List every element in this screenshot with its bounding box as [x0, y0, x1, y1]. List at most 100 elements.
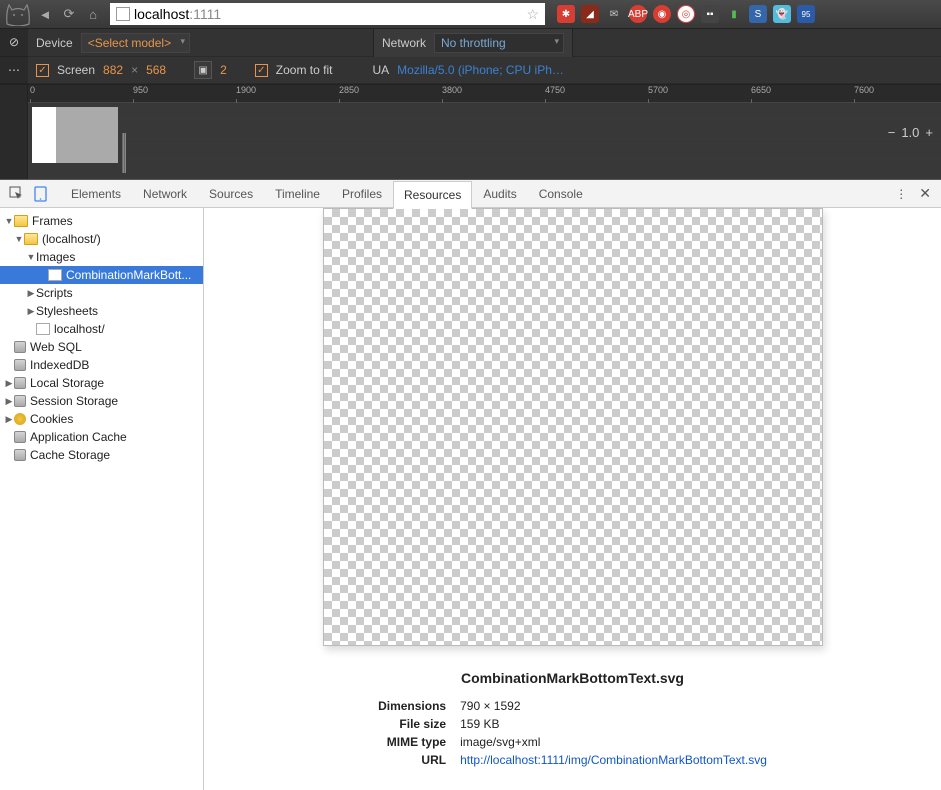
h-ruler: 0 950 1900 2850 3800 4750 5700 6650 7600	[28, 85, 941, 103]
tree-scripts-folder[interactable]: Scripts	[0, 284, 203, 302]
folder-icon	[24, 233, 38, 245]
devtools-close-button[interactable]: ✕	[913, 185, 937, 202]
screen-width[interactable]: 882	[103, 63, 123, 77]
zoom-label: Zoom to fit	[276, 63, 333, 77]
ext-icon[interactable]: ◉	[653, 5, 671, 23]
ext-icon[interactable]: ✱	[557, 5, 575, 23]
bookmark-star-icon[interactable]: ☆	[526, 6, 539, 23]
ruler-tick: 7600	[854, 85, 874, 95]
page-thumbnail[interactable]	[32, 107, 118, 163]
viewport-ruler-area: 0 950 1900 2850 3800 4750 5700 6650 7600…	[0, 85, 941, 180]
database-icon	[14, 359, 26, 371]
meta-label: File size	[372, 716, 452, 732]
device-model-select[interactable]: <Select model>	[81, 33, 190, 53]
screen-height[interactable]: 568	[146, 63, 166, 77]
extension-icons: ✱ ◢ ✉ ABP ◉ ◎ ▪▪ ▮ S 👻 95	[557, 5, 815, 23]
preview-metadata: Dimensions790 × 1592 File size159 KB MIM…	[370, 696, 775, 770]
meta-value: image/svg+xml	[454, 734, 773, 750]
resize-handle[interactable]	[122, 133, 126, 173]
tab-audits[interactable]: Audits	[472, 180, 527, 208]
preview-filename: CombinationMarkBottomText.svg	[461, 670, 684, 686]
tree-localhost-frame[interactable]: (localhost/)	[0, 230, 203, 248]
storage-icon	[14, 431, 26, 443]
cookie-icon	[14, 413, 26, 425]
tree-websql[interactable]: Web SQL	[0, 338, 203, 356]
tree-frames[interactable]: Frames	[0, 212, 203, 230]
ext-icon[interactable]: ◢	[581, 5, 599, 23]
v-ruler	[0, 85, 28, 179]
ext-icon[interactable]: 👻	[773, 5, 791, 23]
tree-localstorage[interactable]: Local Storage	[0, 374, 203, 392]
tab-console[interactable]: Console	[528, 180, 594, 208]
browser-toolbar: ◄ ⟳ ⌂ localhost:1111 ☆ ✱ ◢ ✉ ABP ◉ ◎ ▪▪ …	[0, 0, 941, 29]
tree-indexeddb[interactable]: IndexedDB	[0, 356, 203, 374]
dimension-separator: ×	[131, 63, 138, 77]
home-button[interactable]: ⌂	[82, 3, 104, 25]
storage-icon	[14, 449, 26, 461]
ruler-tick: 3800	[442, 85, 462, 95]
emulated-viewport[interactable]	[28, 103, 941, 179]
ext-icon[interactable]: ◎	[677, 5, 695, 23]
browser-logo	[4, 1, 32, 27]
tree-document-item[interactable]: localhost/	[0, 320, 203, 338]
resource-preview-panel: CombinationMarkBottomText.svg Dimensions…	[204, 208, 941, 790]
ua-label: UA	[372, 63, 389, 77]
back-button[interactable]: ◄	[34, 3, 56, 25]
tab-resources[interactable]: Resources	[393, 181, 472, 209]
devtools-tabbar: Elements Network Sources Timeline Profil…	[0, 180, 941, 208]
tab-sources[interactable]: Sources	[198, 180, 264, 208]
preview-url-link[interactable]: http://localhost:1111/img/CombinationMar…	[460, 753, 767, 767]
adblock-icon[interactable]: ABP	[629, 5, 647, 23]
tree-appcache[interactable]: Application Cache	[0, 428, 203, 446]
folder-icon	[14, 215, 28, 227]
meta-value: 159 KB	[454, 716, 773, 732]
meta-label: URL	[372, 752, 452, 768]
storage-icon	[14, 395, 26, 407]
url-text: localhost:1111	[134, 6, 522, 22]
meta-label: MIME type	[372, 734, 452, 750]
tree-cookies[interactable]: Cookies	[0, 410, 203, 428]
tree-cachestorage[interactable]: Cache Storage	[0, 446, 203, 464]
database-icon	[14, 341, 26, 353]
file-icon	[48, 269, 62, 281]
tab-network[interactable]: Network	[132, 180, 198, 208]
zoom-control: − 1.0 +	[888, 125, 933, 140]
screen-label: Screen	[57, 63, 95, 77]
ruler-tick: 950	[133, 85, 148, 95]
dpr-value[interactable]: 2	[220, 63, 227, 77]
tab-profiles[interactable]: Profiles	[331, 180, 393, 208]
zoom-checkbox[interactable]	[255, 64, 268, 77]
reload-button[interactable]: ⟳	[58, 3, 80, 25]
ext-icon[interactable]: ▪▪	[701, 5, 719, 23]
cancel-emulation-button[interactable]: ⊘	[0, 29, 28, 57]
devtools-menu-button[interactable]: ⋮	[889, 182, 913, 206]
tree-images-folder[interactable]: Images	[0, 248, 203, 266]
screen-checkbox[interactable]	[36, 64, 49, 77]
device-label: Device	[36, 36, 73, 50]
tree-stylesheets-folder[interactable]: Stylesheets	[0, 302, 203, 320]
ruler-tick: 5700	[648, 85, 668, 95]
device-mode-button[interactable]	[28, 182, 52, 206]
tab-elements[interactable]: Elements	[60, 180, 132, 208]
throttle-select[interactable]: No throttling	[434, 33, 564, 53]
tab-timeline[interactable]: Timeline	[264, 180, 331, 208]
tree-sessionstorage[interactable]: Session Storage	[0, 392, 203, 410]
meta-label: Dimensions	[372, 698, 452, 714]
ua-value[interactable]: Mozilla/5.0 (iPhone; CPU iPhon...	[397, 63, 567, 77]
image-preview	[323, 208, 823, 646]
toggle-media-button[interactable]: ⋯	[0, 57, 28, 85]
file-icon	[36, 323, 50, 335]
ruler-tick: 6650	[751, 85, 771, 95]
ext-icon[interactable]: 95	[797, 5, 815, 23]
ext-icon[interactable]: ▮	[725, 5, 743, 23]
rotate-button[interactable]: ▣	[194, 61, 212, 79]
page-icon	[116, 7, 130, 21]
tree-image-item[interactable]: CombinationMarkBott...	[0, 266, 203, 284]
address-bar[interactable]: localhost:1111 ☆	[110, 3, 545, 25]
ext-icon[interactable]: S	[749, 5, 767, 23]
inspect-element-button[interactable]	[4, 182, 28, 206]
ext-icon[interactable]: ✉	[605, 5, 623, 23]
zoom-out-button[interactable]: −	[888, 125, 896, 140]
zoom-in-button[interactable]: +	[925, 125, 933, 140]
resources-sidebar: Frames (localhost/) Images CombinationMa…	[0, 208, 204, 790]
